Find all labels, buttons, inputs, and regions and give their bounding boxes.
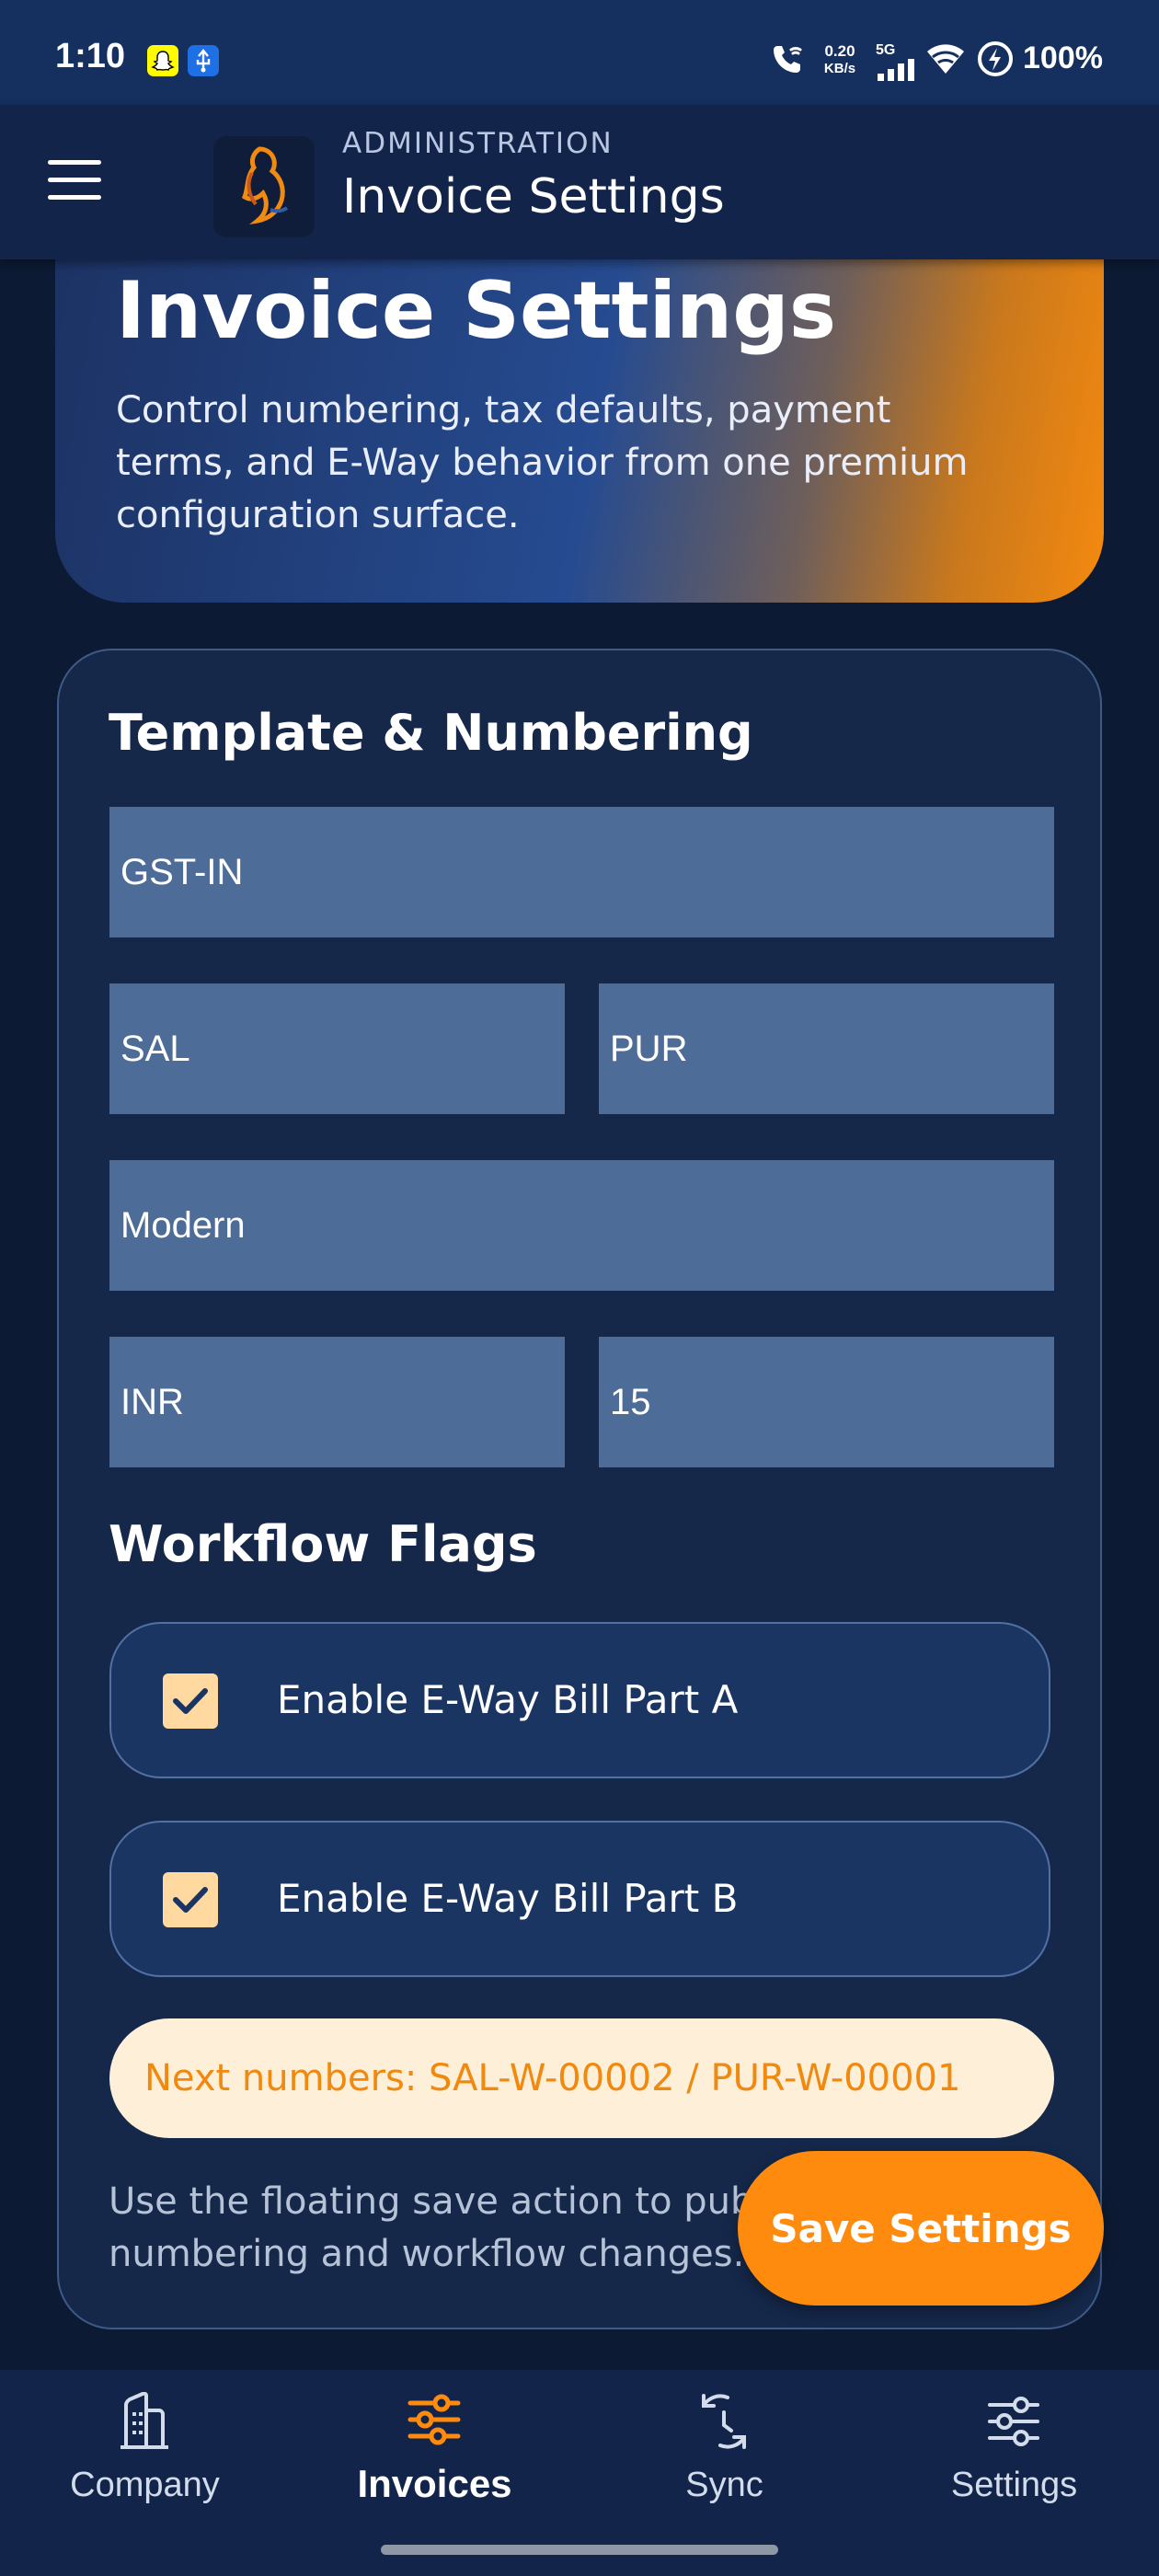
hero-description: Control numbering, tax defaults, payment… (116, 389, 969, 536)
settings-card: Template & Numbering GST-IN SAL PUR Mode… (57, 649, 1102, 2329)
snapchat-icon (147, 45, 178, 76)
template-style-field[interactable]: Modern (109, 1160, 1054, 1291)
next-numbers-badge: Next numbers: SAL-W-00002 / PUR-W-00001 (109, 2018, 1054, 2138)
nav-item-company[interactable]: Company (0, 2370, 290, 2576)
save-settings-button[interactable]: Save Settings (738, 2151, 1104, 2306)
nav-label-sync: Sync (685, 2466, 763, 2504)
status-time: 1:10 (55, 37, 126, 75)
sync-icon (702, 2394, 746, 2449)
template-code-field[interactable]: GST-IN (109, 807, 1054, 937)
status-bar: 1:10 0.20 KB/s 5G 100% (0, 0, 1159, 105)
hamburger-menu-icon[interactable] (48, 160, 103, 201)
nav-label-invoices: Invoices (357, 2462, 512, 2505)
eway-part-b-label: Enable E-Way Bill Part B (277, 1876, 739, 1921)
charging-icon (978, 41, 1013, 76)
building-icon (120, 2392, 168, 2449)
eway-part-a-label: Enable E-Way Bill Part A (277, 1677, 739, 1722)
usb-icon (188, 45, 219, 76)
hero-title: Invoice Settings (116, 265, 837, 357)
network-speed: 0.20 KB/s (817, 42, 863, 77)
app-bar-subtitle: ADMINISTRATION (342, 127, 614, 160)
app-bar: ADMINISTRATION Invoice Settings (0, 105, 1159, 259)
section-title-template: Template & Numbering (109, 704, 753, 762)
wifi-icon (927, 44, 964, 74)
eway-part-b-toggle[interactable]: Enable E-Way Bill Part B (109, 1821, 1050, 1977)
nav-label-settings: Settings (950, 2466, 1078, 2504)
payment-terms-field[interactable]: 15 (599, 1337, 1054, 1467)
sliders-icon (407, 2394, 461, 2445)
app-logo-icon (213, 136, 315, 237)
nav-item-settings[interactable]: Settings (869, 2370, 1159, 2576)
currency-field[interactable]: INR (109, 1337, 565, 1467)
checkbox-checked-icon[interactable] (163, 1872, 218, 1927)
sales-prefix-field[interactable]: SAL (109, 983, 565, 1114)
signal-icon (878, 59, 914, 81)
speed-value: 0.20 (824, 42, 855, 60)
home-indicator[interactable] (381, 2545, 778, 2555)
speed-unit: KB/s (823, 61, 856, 76)
purchase-prefix-field[interactable]: PUR (599, 983, 1054, 1114)
section-title-workflow: Workflow Flags (109, 1515, 537, 1573)
wifi-call-icon (774, 46, 802, 73)
eway-part-a-toggle[interactable]: Enable E-Way Bill Part A (109, 1622, 1050, 1778)
settings-sliders-icon (988, 2397, 1039, 2446)
network-type: 5G (876, 42, 896, 58)
nav-label-company: Company (70, 2466, 220, 2504)
app-bar-title: Invoice Settings (342, 169, 725, 224)
battery-level: 100% (1023, 40, 1103, 75)
checkbox-checked-icon[interactable] (163, 1673, 218, 1729)
